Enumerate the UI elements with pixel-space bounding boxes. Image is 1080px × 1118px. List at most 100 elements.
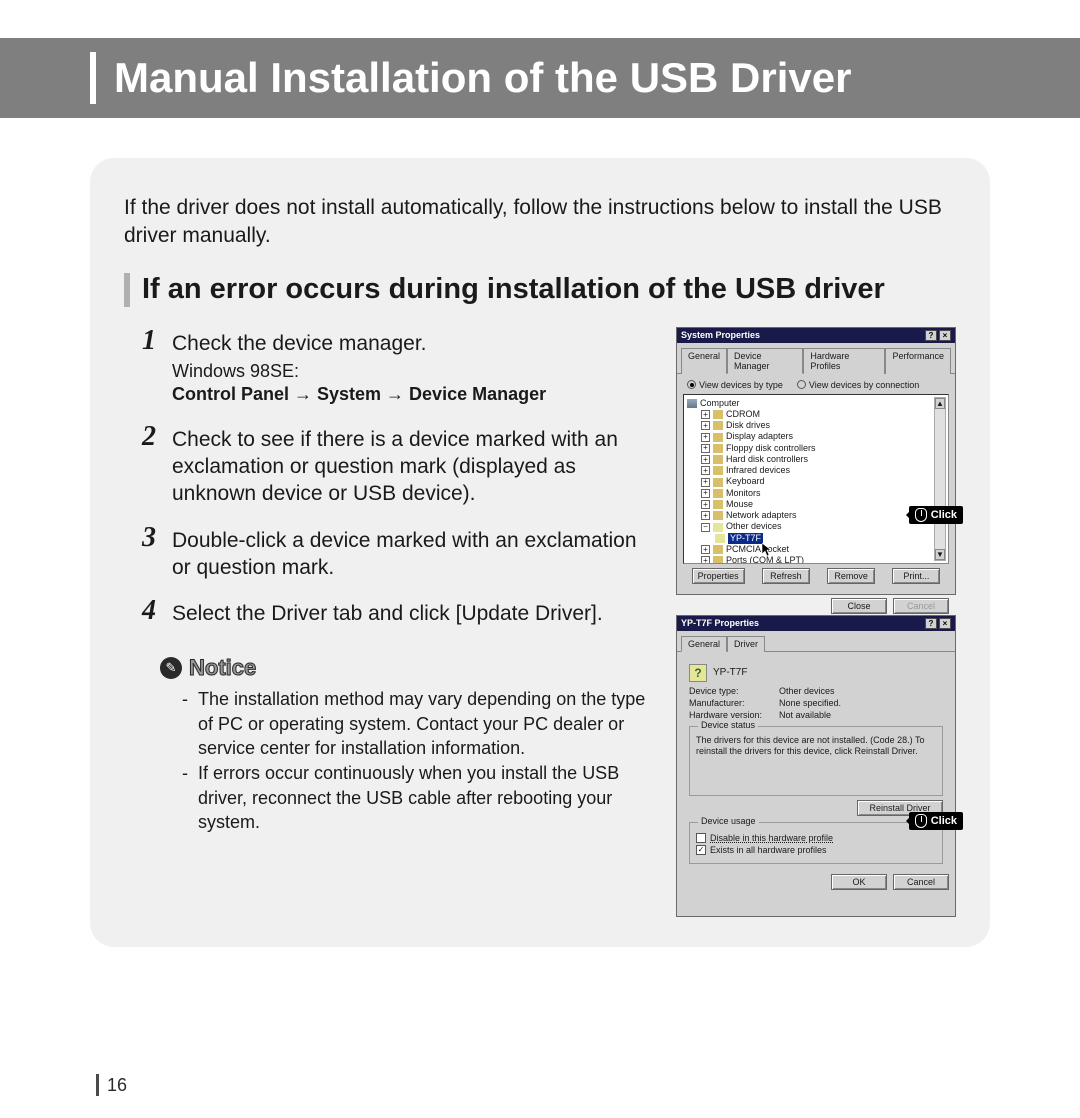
expand-icon[interactable]: + [701, 421, 710, 430]
computer-icon [687, 399, 697, 408]
monitor-icon [713, 489, 723, 498]
notice-item: - If errors occur continuously when you … [182, 761, 652, 834]
scroll-down-icon[interactable]: ▼ [935, 549, 945, 560]
expand-icon[interactable]: + [701, 466, 710, 475]
section-heading-divider [124, 273, 130, 307]
step-number: 2 [142, 423, 164, 508]
page-number-divider [96, 1074, 99, 1096]
expand-icon[interactable]: + [701, 489, 710, 498]
step-subtext: Windows 98SE: [172, 359, 546, 383]
page-number-value: 16 [107, 1075, 127, 1096]
network-icon [713, 511, 723, 520]
refresh-button[interactable]: Refresh [762, 568, 810, 584]
expand-icon[interactable]: + [701, 444, 710, 453]
step-3: 3 Double-click a device marked with an e… [142, 524, 652, 582]
section-heading: If an error occurs during installation o… [142, 273, 885, 306]
close-button[interactable]: × [939, 330, 951, 341]
scroll-up-icon[interactable]: ▲ [935, 398, 945, 409]
tabs: General Device Manager Hardware Profiles… [677, 343, 955, 374]
step-number: 4 [142, 597, 164, 627]
expand-icon[interactable]: + [701, 410, 710, 419]
window-title: System Properties [681, 330, 760, 340]
titlebar: YP-T7F Properties ? × [677, 616, 955, 631]
tab-driver[interactable]: Driver [727, 636, 765, 652]
step-number: 3 [142, 524, 164, 582]
radio-dot-icon [797, 380, 806, 389]
mouse-icon [713, 500, 723, 509]
collapse-icon[interactable]: − [701, 523, 710, 532]
tab-performance[interactable]: Performance [885, 348, 951, 374]
question-icon: ? [689, 664, 707, 682]
hand-write-icon: ✎ [160, 657, 182, 679]
step-4: 4 Select the Driver tab and click [Updat… [142, 597, 652, 627]
notice-item: - The installation method may vary depen… [182, 687, 652, 760]
step-1: 1 Check the device manager. Windows 98SE… [142, 327, 652, 407]
help-button[interactable]: ? [925, 330, 937, 341]
expand-icon[interactable]: + [701, 556, 710, 563]
close-button[interactable]: Close [831, 598, 887, 614]
cancel-button: Cancel [893, 598, 949, 614]
device-type-value: Other devices [779, 686, 835, 696]
header-bar: Manual Installation of the USB Driver [0, 38, 1080, 118]
tabs: General Driver [677, 631, 955, 652]
mouse-icon [915, 814, 927, 828]
cancel-button[interactable]: Cancel [893, 874, 949, 890]
exists-profile-checkbox[interactable]: ✓Exists in all hardware profiles [696, 845, 936, 855]
group-title: Device usage [698, 816, 759, 826]
scrollbar[interactable]: ▲ ▼ [934, 397, 946, 561]
click-callout: Click [909, 506, 963, 524]
step-text: Check to see if there is a device marked… [172, 423, 652, 508]
step-text: Check the device manager. [172, 332, 426, 355]
expand-icon[interactable]: + [701, 545, 710, 554]
step-2: 2 Check to see if there is a device mark… [142, 423, 652, 508]
remove-button[interactable]: Remove [827, 568, 875, 584]
notice-label: Notice [189, 655, 256, 681]
page-number: 16 [96, 1074, 127, 1096]
device-tree[interactable]: ▲ ▼ Computer +CDROM +Disk drives +Displa… [683, 394, 949, 564]
disable-profile-checkbox[interactable]: Disable in this hardware profile [696, 833, 936, 843]
tab-general[interactable]: General [681, 636, 727, 652]
device-type-label: Device type: [689, 686, 775, 696]
print-button[interactable]: Print... [892, 568, 940, 584]
screenshots-column: System Properties ? × General Device Man… [676, 327, 956, 917]
expand-icon[interactable]: + [701, 511, 710, 520]
step-text: Double-click a device marked with an exc… [172, 524, 652, 582]
expand-icon[interactable]: + [701, 433, 710, 442]
radio-view-by-connection[interactable]: View devices by connection [797, 380, 919, 390]
steps-column: 1 Check the device manager. Windows 98SE… [124, 327, 652, 917]
step-number: 1 [142, 327, 164, 407]
tab-general[interactable]: General [681, 348, 727, 374]
radio-dot-icon [687, 380, 696, 389]
step-text: Select the Driver tab and click [Update … [172, 597, 603, 627]
floppy-icon [713, 444, 723, 453]
expand-icon[interactable]: + [701, 455, 710, 464]
window-title-device: YP-T7F Properties [681, 618, 759, 628]
tab-device-manager[interactable]: Device Manager [727, 348, 803, 374]
device-status-text: The drivers for this device are not inst… [696, 735, 936, 758]
properties-button[interactable]: Properties [692, 568, 745, 584]
group-title: Device status [698, 720, 758, 730]
display-icon [713, 433, 723, 442]
disk-icon [713, 421, 723, 430]
close-button[interactable]: × [939, 618, 951, 629]
notice-item-text: The installation method may vary dependi… [198, 687, 652, 760]
ok-button[interactable]: OK [831, 874, 887, 890]
section-heading-row: If an error occurs during installation o… [124, 273, 956, 307]
device-status-group: Device status The drivers for this devic… [689, 726, 943, 796]
expand-icon[interactable]: + [701, 500, 710, 509]
tab-hardware-profiles[interactable]: Hardware Profiles [803, 348, 885, 374]
hardware-version-value: Not available [779, 710, 831, 720]
notice-item-text: If errors occur continuously when you in… [198, 761, 652, 834]
expand-icon[interactable]: + [701, 478, 710, 487]
manufacturer-label: Manufacturer: [689, 698, 775, 708]
selected-device[interactable]: YP-T7F [728, 533, 763, 544]
help-button[interactable]: ? [925, 618, 937, 629]
step-subtext-bold: Control Panel → System → Device Manager [172, 383, 546, 406]
mouse-icon [915, 508, 927, 522]
device-name-label: YP-T7F [713, 667, 747, 678]
ports-icon [713, 556, 723, 563]
page-title: Manual Installation of the USB Driver [114, 54, 851, 102]
radio-view-by-type[interactable]: View devices by type [687, 380, 783, 390]
question-icon [713, 523, 723, 532]
infrared-icon [713, 466, 723, 475]
